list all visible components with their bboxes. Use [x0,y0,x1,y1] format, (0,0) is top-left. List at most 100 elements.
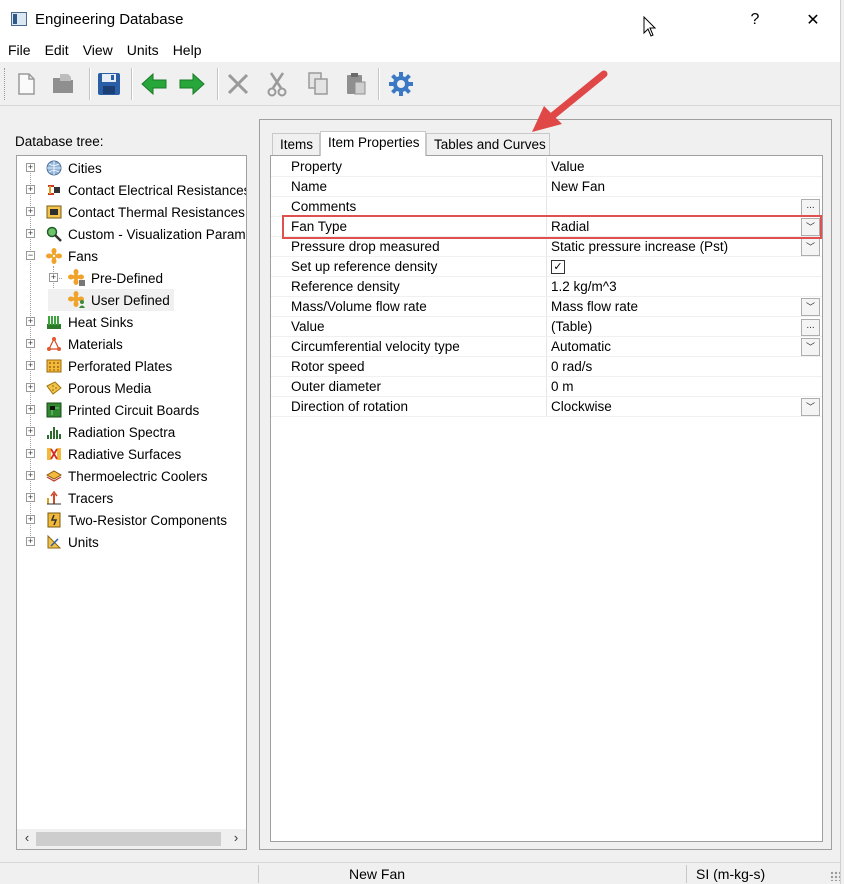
property-name: Mass/Volume flow rate [291,299,427,314]
status-bar: New Fan SI (m-kg-s) [0,862,844,884]
open-button[interactable] [48,68,80,100]
property-row-reference-density[interactable]: Reference density 1.2 kg/m^3 [271,277,822,297]
property-row-set-up-reference-density[interactable]: Set up reference density ✓ [271,257,822,277]
tree-item-pre-defined[interactable]: + Pre-Defined [48,267,163,289]
reference-density-checkbox[interactable]: ✓ [551,260,565,274]
menu-file[interactable]: File [8,40,38,62]
paste-button[interactable] [340,68,372,100]
expand-toggle[interactable]: + [26,163,35,172]
tree-item-materials[interactable]: + Materials [25,333,123,355]
property-row-fan-type[interactable]: Fan Type Radial ﹀ [271,217,822,237]
expand-toggle[interactable]: + [26,537,35,546]
property-name: Rotor speed [291,359,365,374]
scroll-thumb[interactable] [36,832,221,846]
tree-item-thermoelectric-coolers[interactable]: + Thermoelectric Coolers [25,465,208,487]
tracer-icon [45,489,63,507]
close-button[interactable]: ✕ [790,0,836,40]
open-folder-icon [53,74,73,93]
tree-item-custom-visualization-parameters[interactable]: + Custom - Visualization Parameters [25,223,246,245]
tree-item-perforated-plates[interactable]: + Perforated Plates [25,355,172,377]
fan-type-dropdown-button[interactable]: ﹀ [801,218,820,236]
comments-ellipsis-button[interactable]: ... [801,199,820,216]
scroll-left-arrow[interactable]: ‹ [19,830,35,848]
property-row-pressure-drop-measured[interactable]: Pressure drop measured Static pressure i… [271,237,822,257]
menu-help[interactable]: Help [173,40,209,62]
property-value[interactable]: New Fan [551,177,605,197]
property-row-outer-diameter[interactable]: Outer diameter 0 m [271,377,822,397]
copy-button[interactable] [302,68,334,100]
new-button[interactable] [10,68,42,100]
tree-item-radiative-surfaces[interactable]: + Radiative Surfaces [25,443,181,465]
expand-toggle[interactable]: + [26,471,35,480]
property-row-mass-volume-flow-rate[interactable]: Mass/Volume flow rate Mass flow rate ﹀ [271,297,822,317]
expand-toggle[interactable]: + [26,317,35,326]
tree-item-tracers[interactable]: + Tracers [25,487,113,509]
property-row-comments[interactable]: Comments ... [271,197,822,217]
back-button[interactable] [138,68,170,100]
expand-toggle[interactable]: + [26,339,35,348]
property-value[interactable]: Clockwise [551,397,612,417]
expand-toggle[interactable]: + [26,229,35,238]
toolbar-grip[interactable] [4,68,7,100]
expand-toggle[interactable]: + [26,185,35,194]
tree-item-user-defined[interactable]: User Defined [48,289,174,311]
property-value[interactable]: Automatic [551,337,611,357]
menu-units[interactable]: Units [127,40,166,62]
tree-item-radiation-spectra[interactable]: + Radiation Spectra [25,421,175,443]
value-ellipsis-button[interactable]: ... [801,319,820,336]
scroll-right-arrow[interactable]: › [228,830,244,848]
pressure-drop-dropdown-button[interactable]: ﹀ [801,238,820,256]
expand-toggle[interactable]: + [26,207,35,216]
row-line [271,416,822,417]
cut-button[interactable] [261,68,293,100]
property-row-direction-of-rotation[interactable]: Direction of rotation Clockwise ﹀ [271,397,822,417]
tree-item-units[interactable]: + Units [25,531,99,553]
forward-button[interactable] [176,68,208,100]
database-tree[interactable]: + Cities + Contact Electrical Resistance… [16,155,247,850]
fan-lock-icon [68,269,86,287]
expand-toggle[interactable]: + [26,427,35,436]
property-value[interactable]: 0 m [551,377,574,397]
tree-item-contact-electrical-resistances[interactable]: + Contact Electrical Resistances [25,179,246,201]
save-button[interactable] [93,68,125,100]
tree-item-contact-thermal-resistances[interactable]: + Contact Thermal Resistances [25,201,245,223]
property-row-value[interactable]: Value (Table) ... [271,317,822,337]
property-value[interactable]: (Table) [551,317,592,337]
velocity-type-dropdown-button[interactable]: ﹀ [801,338,820,356]
expand-toggle[interactable]: + [26,449,35,458]
rotation-direction-dropdown-button[interactable]: ﹀ [801,398,820,416]
tree-horizontal-scrollbar[interactable]: ‹ › [17,829,246,849]
property-name: Value [291,319,325,334]
expand-toggle[interactable]: + [26,405,35,414]
tree-item-fans[interactable]: − Fans [25,245,98,267]
expand-toggle[interactable]: + [26,515,35,524]
fan-type-value[interactable]: Radial [551,217,589,237]
tree-item-two-resistor-components[interactable]: + Two-Resistor Components [25,509,227,531]
property-row-name[interactable]: Name New Fan [271,177,822,197]
property-row-circumferential-velocity-type[interactable]: Circumferential velocity type Automatic … [271,337,822,357]
tab-items[interactable]: Items [272,133,320,156]
menu-edit[interactable]: Edit [45,40,76,62]
tree-item-printed-circuit-boards[interactable]: + Printed Circuit Boards [25,399,199,421]
expand-toggle[interactable]: + [26,383,35,392]
tree-item-cities[interactable]: + Cities [25,157,102,179]
expand-toggle[interactable]: + [26,361,35,370]
resize-grip[interactable] [830,871,840,881]
tree-item-porous-media[interactable]: + Porous Media [25,377,151,399]
property-value[interactable]: Static pressure increase (Pst) [551,237,728,257]
collapse-toggle[interactable]: − [26,251,35,260]
expand-toggle[interactable]: + [26,493,35,502]
tab-item-properties[interactable]: Item Properties [320,131,426,156]
property-value[interactable]: 1.2 kg/m^3 [551,277,617,297]
property-row-rotor-speed[interactable]: Rotor speed 0 rad/s [271,357,822,377]
properties-grid: Property Value Name New Fan Comments ...… [270,155,823,842]
tree-item-heat-sinks[interactable]: + Heat Sinks [25,311,133,333]
delete-button[interactable] [222,68,254,100]
flow-rate-dropdown-button[interactable]: ﹀ [801,298,820,316]
property-value[interactable]: Mass flow rate [551,297,638,317]
menu-view[interactable]: View [83,40,120,62]
expand-toggle[interactable]: + [49,273,58,282]
help-button[interactable]: ? [732,0,778,40]
property-value[interactable]: 0 rad/s [551,357,592,377]
settings-button[interactable] [385,68,417,100]
